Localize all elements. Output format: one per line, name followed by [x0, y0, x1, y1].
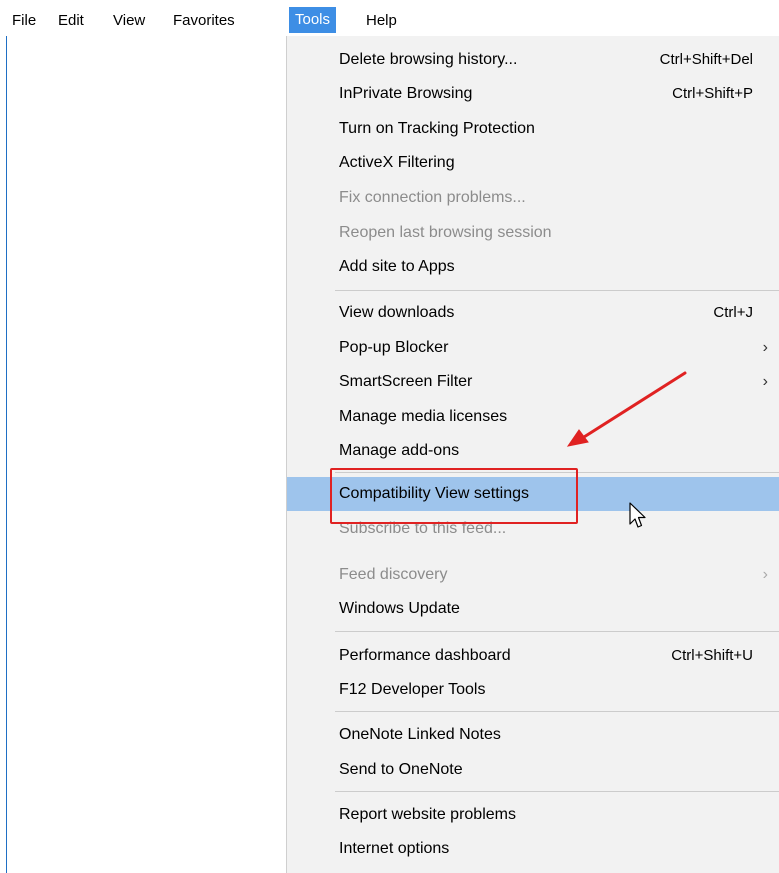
menu-item-reopen-last-session: Reopen last browsing session [287, 216, 779, 250]
menu-tools[interactable]: Tools [289, 7, 337, 33]
menu-item-activex-filtering[interactable]: ActiveX Filtering [287, 146, 779, 180]
menu-item-label: Performance dashboard [339, 647, 511, 664]
menu-file[interactable]: File [12, 8, 36, 34]
menu-item-label: Reopen last browsing session [339, 224, 552, 241]
menu-item-onenote-linked-notes[interactable]: OneNote Linked Notes [287, 718, 779, 752]
menu-item-label: Pop-up Blocker [339, 339, 449, 356]
menu-item-report-website-problems[interactable]: Report website problems [287, 798, 779, 832]
menu-item-label: Windows Update [339, 600, 460, 617]
menu-view[interactable]: View [113, 8, 145, 34]
menu-item-manage-addons[interactable]: Manage add-ons [287, 434, 779, 468]
chevron-right-icon: › [762, 339, 768, 356]
menu-item-label: Report website problems [339, 806, 516, 823]
menu-item-label: InPrivate Browsing [339, 85, 473, 102]
menu-item-popup-blocker[interactable]: Pop-up Blocker › [287, 331, 779, 365]
menu-item-feed-discovery: Feed discovery › [287, 558, 779, 592]
chevron-right-icon: › [762, 566, 768, 583]
menu-item-label: F12 Developer Tools [339, 681, 486, 698]
menu-item-inprivate-browsing[interactable]: InPrivate Browsing Ctrl+Shift+P [287, 77, 779, 111]
menu-item-fix-connection-problems: Fix connection problems... [287, 181, 779, 215]
menu-item-label: SmartScreen Filter [339, 373, 473, 390]
menu-item-shortcut: Ctrl+Shift+Del [659, 51, 753, 68]
menu-item-shortcut: Ctrl+Shift+U [671, 647, 753, 664]
menu-item-manage-media-licenses[interactable]: Manage media licenses [287, 400, 779, 434]
menu-item-label: Feed discovery [339, 566, 448, 583]
menu-item-label: Manage add-ons [339, 442, 460, 459]
menu-item-label: Manage media licenses [339, 408, 508, 425]
menu-help[interactable]: Help [366, 8, 397, 34]
menu-item-internet-options[interactable]: Internet options [287, 832, 779, 866]
window-border [6, 36, 7, 873]
menu-item-send-to-onenote[interactable]: Send to OneNote [287, 753, 779, 787]
menu-separator [335, 711, 779, 712]
menu-item-label: ActiveX Filtering [339, 154, 455, 171]
menu-bar: File Edit View Favorites Tools Help [0, 0, 779, 36]
menu-item-view-downloads[interactable]: View downloads Ctrl+J [287, 296, 779, 330]
menu-item-windows-update[interactable]: Windows Update [287, 592, 779, 626]
mouse-cursor-icon [629, 502, 646, 528]
menu-item-label: Fix connection problems... [339, 189, 526, 206]
menu-item-label: Send to OneNote [339, 761, 463, 778]
menu-separator [335, 290, 779, 291]
chevron-right-icon: › [762, 373, 768, 390]
menu-item-smartscreen-filter[interactable]: SmartScreen Filter › [287, 365, 779, 399]
menu-item-label: Internet options [339, 840, 450, 857]
menu-item-shortcut: Ctrl+J [713, 304, 753, 321]
menu-separator [335, 791, 779, 792]
menu-item-tracking-protection[interactable]: Turn on Tracking Protection [287, 112, 779, 146]
menu-item-label: Add site to Apps [339, 258, 455, 275]
tools-dropdown-menu: Delete browsing history... Ctrl+Shift+De… [286, 36, 779, 873]
menu-item-label: OneNote Linked Notes [339, 726, 501, 743]
menu-edit[interactable]: Edit [58, 8, 84, 34]
menu-item-label: Turn on Tracking Protection [339, 120, 535, 137]
menu-item-label: View downloads [339, 304, 455, 321]
menu-item-f12-developer-tools[interactable]: F12 Developer Tools [287, 673, 779, 707]
menu-separator [335, 631, 779, 632]
menu-item-shortcut: Ctrl+Shift+P [672, 85, 753, 102]
menu-item-add-site-to-apps[interactable]: Add site to Apps [287, 250, 779, 284]
menu-item-delete-browsing-history[interactable]: Delete browsing history... Ctrl+Shift+De… [287, 43, 779, 77]
menu-item-label: Delete browsing history... [339, 51, 518, 68]
menu-item-performance-dashboard[interactable]: Performance dashboard Ctrl+Shift+U [287, 639, 779, 673]
annotation-highlight-box [330, 468, 578, 524]
menu-favorites[interactable]: Favorites [173, 8, 235, 34]
